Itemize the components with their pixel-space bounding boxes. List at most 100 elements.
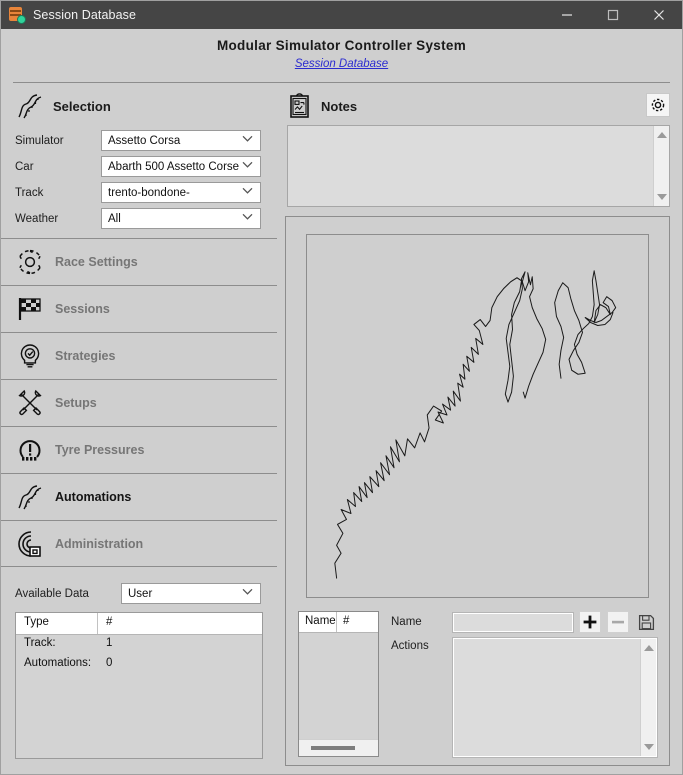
database-gear-icon	[9, 7, 26, 24]
lightbulb-target-icon	[15, 341, 45, 371]
field-row-car: Car Abarth 500 Assetto Corse	[15, 155, 277, 178]
automations-list-table[interactable]: Name #	[298, 611, 379, 757]
notes-settings-button[interactable]	[646, 93, 670, 117]
sidebar-item-automations[interactable]: Automations	[1, 473, 277, 520]
app-header: Modular Simulator Controller System Sess…	[1, 29, 682, 72]
actions-vertical-scrollbar[interactable]	[640, 639, 656, 756]
car-select[interactable]: Abarth 500 Assetto Corse	[101, 156, 261, 177]
notes-vertical-scrollbar[interactable]	[653, 126, 669, 206]
scrollbar-thumb[interactable]	[311, 746, 355, 750]
save-automation-button[interactable]	[635, 611, 657, 633]
horizontal-scrollbar[interactable]	[299, 739, 378, 756]
selection-header: Selection	[1, 87, 277, 125]
sidebar-item-race-settings[interactable]: Race Settings	[1, 238, 277, 285]
track-value: trento-bondone-	[108, 186, 190, 199]
table-header: Name #	[299, 612, 378, 633]
cell-count: 0	[106, 657, 113, 669]
notes-heading: Notes	[321, 98, 358, 114]
window-title: Session Database	[33, 8, 137, 22]
field-row-weather: Weather All	[15, 207, 277, 230]
right-panel: Notes Name # Name Actions	[277, 87, 682, 774]
sidebar-label-administration: Administration	[55, 536, 144, 551]
remove-automation-button[interactable]	[607, 611, 629, 633]
actions-textarea[interactable]	[452, 637, 658, 758]
session-database-window: Session Database Modular Simulator Contr…	[0, 0, 683, 775]
window-controls	[544, 1, 682, 29]
tools-icon	[15, 388, 45, 418]
scroll-up-icon[interactable]	[654, 128, 670, 142]
available-data-table[interactable]: Type # Track: 1 Automations: 0	[15, 612, 263, 759]
simulator-select[interactable]: Assetto Corsa	[101, 130, 261, 151]
gear-icon	[15, 247, 45, 277]
weather-label: Weather	[15, 212, 59, 225]
sidebar-item-strategies[interactable]: Strategies	[1, 332, 277, 379]
track-map-path	[334, 270, 617, 579]
sidebar-label-sessions: Sessions	[55, 302, 110, 316]
left-panel: Selection Simulator Assetto Corsa Car Ab	[1, 87, 277, 774]
actions-row: Actions	[391, 637, 658, 758]
maximize-icon[interactable]	[590, 1, 636, 29]
cell-type: Track:	[24, 637, 56, 649]
actions-text[interactable]	[454, 639, 640, 756]
weather-value: All	[108, 212, 121, 225]
chevron-down-icon	[242, 185, 253, 197]
table-row[interactable]: Track: 1	[16, 635, 262, 655]
table-row[interactable]: Automations: 0	[16, 655, 262, 675]
cell-type: Automations:	[24, 657, 92, 669]
track-select[interactable]: trento-bondone-	[101, 182, 261, 203]
selection-form: Simulator Assetto Corsa Car Abarth 500 A…	[1, 125, 277, 230]
notes-text[interactable]	[288, 126, 653, 206]
scroll-down-icon[interactable]	[654, 190, 670, 204]
main-body: Selection Simulator Assetto Corsa Car Ab	[1, 87, 682, 774]
simulator-value: Assetto Corsa	[108, 134, 181, 147]
column-header-type: Type	[16, 613, 98, 634]
checkered-flag-icon	[15, 294, 45, 324]
name-input[interactable]	[452, 611, 574, 633]
name-row: Name	[391, 611, 657, 633]
sidebar-item-sessions[interactable]: Sessions	[1, 285, 277, 332]
available-data-scope-value: User	[128, 587, 153, 600]
automations-panel-wrap: Name # Name Actions	[277, 212, 682, 774]
chevron-down-icon	[242, 211, 253, 223]
automations-editor: Name # Name Actions	[298, 611, 658, 758]
track-map[interactable]	[306, 234, 649, 598]
clipboard-notes-icon	[287, 92, 313, 120]
table-body[interactable]	[299, 633, 378, 739]
page-subtitle-link[interactable]: Session Database	[295, 58, 388, 70]
scroll-down-icon[interactable]	[641, 740, 657, 754]
automation-detail: Name Actions	[391, 611, 658, 758]
available-data-scope-select[interactable]: User	[121, 583, 261, 604]
available-data-label: Available Data	[15, 587, 89, 600]
tyre-warning-icon	[15, 435, 45, 465]
column-header-count: #	[106, 616, 113, 628]
notes-textarea[interactable]	[287, 125, 670, 207]
gear-icon	[651, 98, 665, 112]
cell-count: 1	[106, 637, 113, 649]
name-label: Name	[391, 616, 422, 628]
sidebar-nav: Race Settings Sessions Strategies Setups…	[1, 238, 277, 567]
field-row-simulator: Simulator Assetto Corsa	[15, 129, 277, 152]
car-value: Abarth 500 Assetto Corse	[108, 160, 240, 173]
sidebar-item-setups[interactable]: Setups	[1, 379, 277, 426]
add-automation-button[interactable]	[579, 611, 601, 633]
sidebar-label-automations: Automations	[55, 490, 132, 504]
radar-icon	[15, 529, 45, 559]
minus-icon	[612, 620, 624, 624]
table-header: Type #	[16, 613, 262, 635]
sidebar-label-race-settings: Race Settings	[55, 255, 138, 269]
sidebar-item-administration[interactable]: Administration	[1, 520, 277, 567]
close-icon[interactable]	[636, 1, 682, 29]
actions-label: Actions	[391, 640, 429, 652]
minimize-icon[interactable]	[544, 1, 590, 29]
scroll-up-icon[interactable]	[641, 641, 657, 655]
track-label: Track	[15, 186, 44, 199]
simulator-label: Simulator	[15, 134, 64, 147]
car-label: Car	[15, 160, 34, 173]
plus-icon	[583, 615, 597, 629]
sidebar-label-setups: Setups	[55, 396, 97, 410]
winding-road-icon	[15, 482, 45, 512]
weather-select[interactable]: All	[101, 208, 261, 229]
sidebar-item-tyre-pressures[interactable]: Tyre Pressures	[1, 426, 277, 473]
available-data-row: Available Data User	[1, 583, 277, 604]
header-divider	[13, 82, 670, 83]
